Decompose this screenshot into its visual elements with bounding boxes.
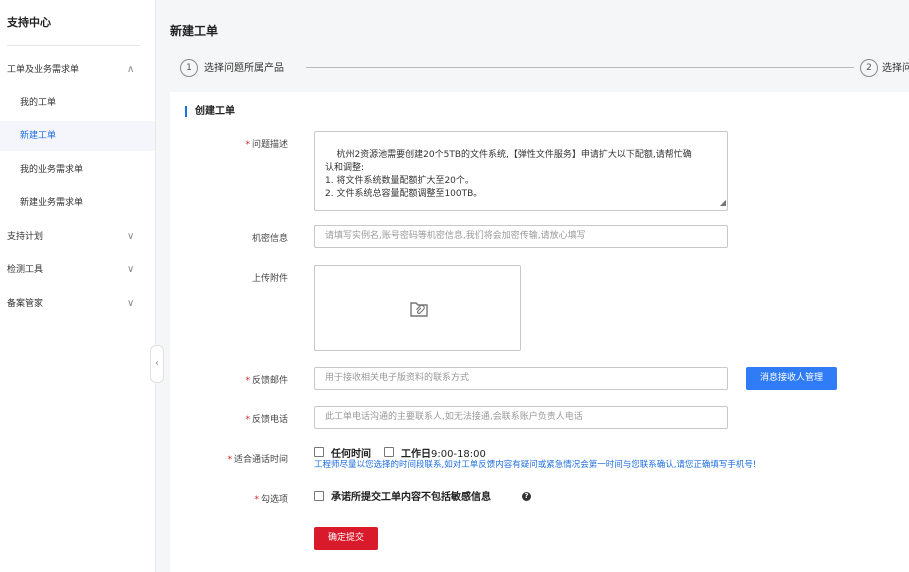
call-time-hint: 工程师尽量以您选择的时间段联系,如对工单反馈内容有疑问或紧急情况会第一时间与您联… xyxy=(314,460,757,470)
required-mark: * xyxy=(227,455,232,465)
sidebar-item-support-plan[interactable]: 支持计划 ∨ xyxy=(0,222,155,252)
required-mark: * xyxy=(245,376,250,386)
help-icon[interactable]: ? xyxy=(522,492,531,501)
sidebar-item-filing[interactable]: 备案管家 ∨ xyxy=(0,289,155,319)
sidebar-item-new-ticket[interactable]: 新建工单 xyxy=(0,121,155,151)
section-title: 创建工单 xyxy=(185,106,235,117)
manage-recipients-button[interactable]: 消息接收人管理 xyxy=(746,367,837,390)
chevron-down-icon: ∨ xyxy=(127,231,135,242)
check-label: * 勾选项 xyxy=(254,495,288,505)
step-2-label: 选择问 xyxy=(882,63,909,74)
sidebar-item-label: 备案管家 xyxy=(7,299,44,309)
workday-checkbox[interactable] xyxy=(384,447,394,457)
chevron-down-icon: ∨ xyxy=(127,264,135,275)
resize-handle-icon[interactable]: ◢ xyxy=(720,196,726,209)
step-connector xyxy=(306,67,854,68)
sidebar-item-label: 新建工单 xyxy=(20,131,57,141)
sidebar: 支持中心 工单及业务需求单 ∧ 我的工单 新建工单 我的业务需求单 新建业务需求… xyxy=(0,0,156,572)
upload-area[interactable] xyxy=(314,265,521,351)
promise-label: 承诺所提交工单内容不包括敏感信息 xyxy=(331,492,491,503)
promise-checkbox[interactable] xyxy=(314,491,324,501)
sidebar-item-label: 检测工具 xyxy=(7,265,44,275)
sidebar-title: 支持中心 xyxy=(7,16,51,29)
required-mark: * xyxy=(245,140,250,150)
step-1-number: 1 xyxy=(180,59,198,77)
sidebar-collapse-button[interactable]: ‹ xyxy=(150,345,164,383)
call-time-label: * 适合通话时间 xyxy=(227,455,288,465)
sidebar-divider xyxy=(7,45,140,46)
step-1-label: 选择问题所属产品 xyxy=(204,63,284,74)
email-label: * 反馈邮件 xyxy=(245,376,288,386)
phone-label: * 反馈电话 xyxy=(245,415,288,425)
secret-input[interactable]: 请填写实例名,账号密码等机密信息,我们将会加密传输,请放心填写 xyxy=(314,225,728,248)
page-title: 新建工单 xyxy=(170,24,219,38)
chevron-down-icon: ∨ xyxy=(127,298,135,309)
problem-label: * 问题描述 xyxy=(245,140,288,150)
sidebar-item-label: 工单及业务需求单 xyxy=(7,65,80,75)
required-mark: * xyxy=(254,495,259,505)
sidebar-item-label: 支持计划 xyxy=(7,232,44,242)
problem-textarea[interactable]: 杭州2资源池需要创建20个5TB的文件系统,【弹性文件服务】申请扩大以下配额,请… xyxy=(314,131,728,211)
sidebar-item-my-requests[interactable]: 我的业务需求单 xyxy=(0,155,155,185)
anytime-checkbox[interactable] xyxy=(314,447,324,457)
step-2-number: 2 xyxy=(860,59,878,77)
submit-button[interactable]: 确定提交 xyxy=(314,527,378,550)
sidebar-item-label: 我的业务需求单 xyxy=(20,165,84,175)
attachment-icon xyxy=(410,302,428,317)
sidebar-item-label: 我的工单 xyxy=(20,98,57,108)
chevron-up-icon: ∧ xyxy=(127,64,135,75)
problem-text: 杭州2资源池需要创建20个5TB的文件系统,【弹性文件服务】申请扩大以下配额,请… xyxy=(325,150,692,199)
stepper: 1 选择问题所属产品 2 选择问 xyxy=(170,55,909,79)
sidebar-item-label: 新建业务需求单 xyxy=(20,198,84,208)
sidebar-item-detect-tools[interactable]: 检测工具 ∨ xyxy=(0,255,155,285)
sidebar-item-ticket-group[interactable]: 工单及业务需求单 ∧ xyxy=(0,55,155,85)
sidebar-item-my-tickets[interactable]: 我的工单 xyxy=(0,88,155,118)
email-input[interactable]: 用于接收相关电子版资料的联系方式 xyxy=(314,367,728,390)
phone-input[interactable]: 此工单电话沟通的主要联系人,如无法接通,会联系账户负责人电话 xyxy=(314,406,728,429)
form-card: 创建工单 * 问题描述 杭州2资源池需要创建20个5TB的文件系统,【弹性文件服务… xyxy=(170,92,909,572)
required-mark: * xyxy=(245,415,250,425)
secret-label: 机密信息 xyxy=(251,234,288,244)
attachment-label: 上传附件 xyxy=(251,274,288,284)
sidebar-item-new-request[interactable]: 新建业务需求单 xyxy=(0,188,155,218)
